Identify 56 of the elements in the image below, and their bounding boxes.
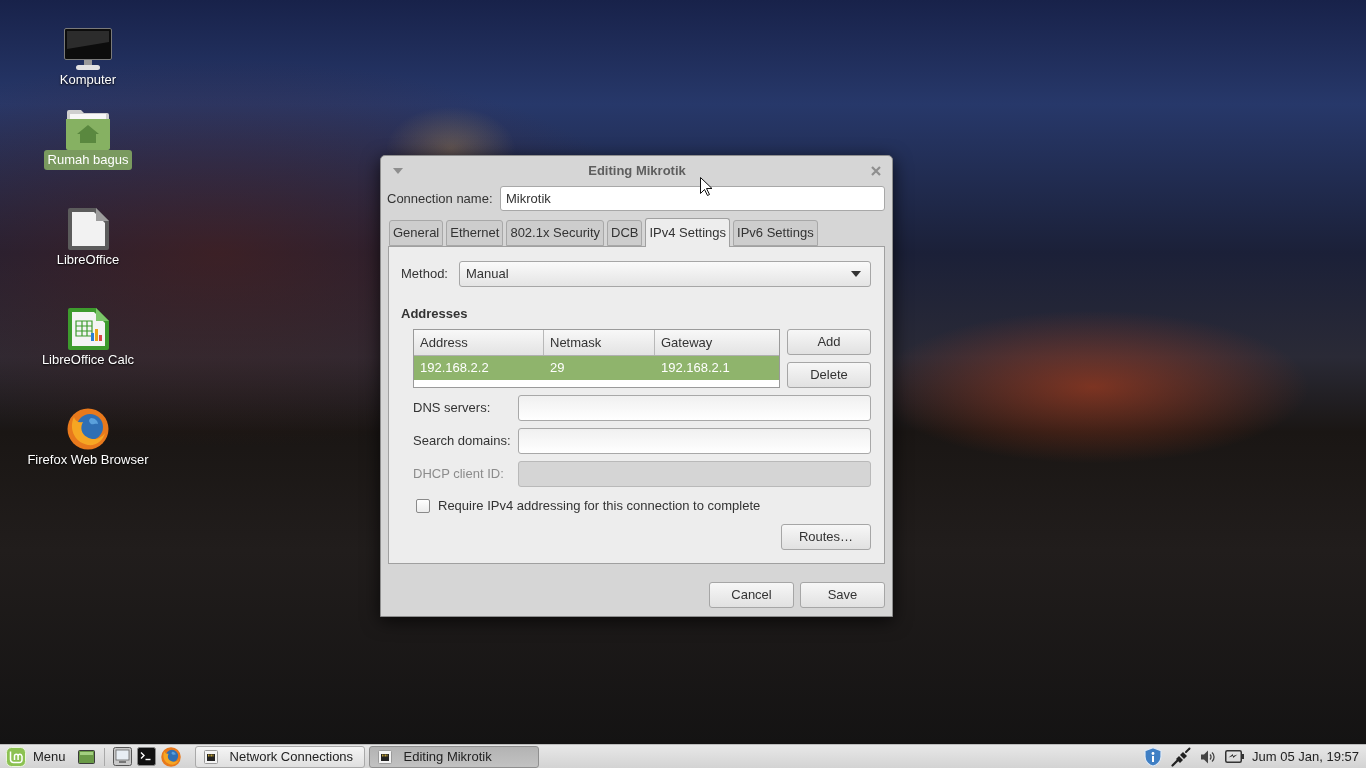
globe-icon[interactable] xyxy=(160,746,181,767)
tab[interactable]: IPv4 Settings xyxy=(645,218,731,247)
checkbox[interactable] xyxy=(416,499,430,513)
desktop-icon-label[interactable]: Komputer xyxy=(55,70,121,90)
desktop-icon-label[interactable]: Firefox Web Browser xyxy=(23,450,153,470)
tab[interactable]: 802.1x Security xyxy=(506,220,604,246)
show-desktop-icon[interactable] xyxy=(77,749,95,764)
input-field[interactable] xyxy=(518,395,871,421)
document-icon[interactable] xyxy=(67,208,109,250)
method-dropdown[interactable]: Manual xyxy=(459,261,871,287)
spreadsheet-icon[interactable] xyxy=(67,308,109,350)
checkbox-label: Require IPv4 addressing for this connection to complete xyxy=(438,497,761,516)
table-cell-text: 29 xyxy=(549,359,566,378)
section-heading: Addresses xyxy=(401,306,469,322)
desktop-icon-label[interactable]: LibreOffice Calc xyxy=(37,350,139,370)
dialog-button[interactable]: Cancel xyxy=(709,582,794,608)
table-cell-text: 192.168.2.1 xyxy=(660,359,731,378)
monitor-icon[interactable] xyxy=(64,28,112,70)
field-label: Method: xyxy=(401,265,449,284)
field-label: Connection name: xyxy=(387,189,494,208)
mouse-pointer-icon xyxy=(700,177,712,196)
clock-text[interactable]: Jum 05 Jan, 19:57 xyxy=(1252,746,1359,767)
table-action-button[interactable]: Delete xyxy=(787,362,871,388)
network-port-icon xyxy=(203,749,218,764)
shield-icon[interactable] xyxy=(1144,746,1163,767)
column-header[interactable]: Gateway xyxy=(655,330,779,355)
battery-icon[interactable] xyxy=(1225,750,1245,763)
connection-name-field[interactable]: Mikrotik xyxy=(500,186,885,211)
field-label: DNS servers: xyxy=(413,399,492,418)
caret-icon xyxy=(851,271,861,277)
menu-button[interactable]: Menu xyxy=(4,745,68,768)
table-cell-text: 192.168.2.2 xyxy=(419,359,490,378)
speaker-icon[interactable] xyxy=(1200,749,1217,764)
column-header[interactable]: Address xyxy=(414,330,544,355)
network-port-icon xyxy=(377,749,392,764)
home-folder-icon[interactable] xyxy=(66,108,110,150)
window-title: Editing Mikrotik xyxy=(587,162,687,181)
terminal-icon[interactable] xyxy=(136,747,156,766)
tab[interactable]: IPv6 Settings xyxy=(733,220,818,246)
globe-icon[interactable] xyxy=(67,408,109,450)
cable-plug-icon[interactable] xyxy=(1171,746,1192,767)
tab[interactable]: DCB xyxy=(607,220,643,246)
menu-logo-icon xyxy=(6,746,26,767)
tab[interactable]: General xyxy=(389,220,444,246)
input-field[interactable] xyxy=(518,428,871,454)
window-button[interactable]: Network Connections xyxy=(194,745,365,768)
table-action-button[interactable]: Add xyxy=(787,329,871,355)
window-button[interactable]: Editing Mikrotik xyxy=(368,745,539,768)
routes-button[interactable]: Routes… xyxy=(781,524,871,550)
field-label: DHCP client ID: xyxy=(413,465,505,484)
monitor-icon[interactable] xyxy=(112,747,132,766)
dialog-button[interactable]: Save xyxy=(800,582,885,608)
field-label: Search domains: xyxy=(413,432,512,451)
column-header[interactable]: Netmask xyxy=(544,330,655,355)
desktop-icon-label[interactable]: LibreOffice xyxy=(52,250,124,270)
tab[interactable]: Ethernet xyxy=(446,220,504,246)
